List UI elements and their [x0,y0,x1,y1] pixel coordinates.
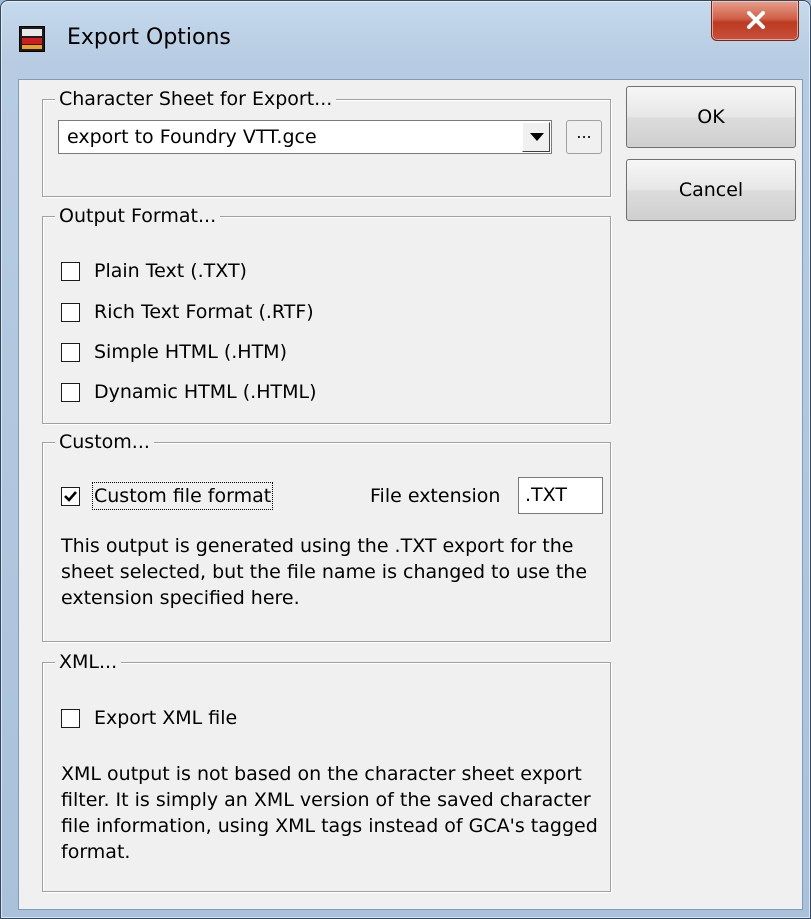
file-extension-input[interactable]: .TXT [518,477,603,514]
plain-text-checkbox[interactable] [61,262,80,281]
rich-text-checkbox[interactable] [61,303,80,322]
dropdown-arrow-button[interactable] [522,122,550,152]
simple-html-checkbox[interactable] [61,343,80,362]
custom-legend: Custom... [55,430,154,454]
character-sheet-select[interactable]: export to Foundry VTT.gce [58,120,552,154]
xml-group: XML... Export XML file XML output is not… [42,650,611,892]
close-icon [747,11,765,29]
ok-button[interactable]: OK [626,86,796,148]
rich-text-label[interactable]: Rich Text Format (.RTF) [94,300,314,324]
browse-button[interactable]: ... [566,120,602,154]
export-xml-checkbox[interactable] [61,709,80,728]
character-sheet-legend: Character Sheet for Export... [55,87,337,111]
character-sheet-group: Character Sheet for Export... export to … [42,87,611,197]
close-button[interactable] [711,1,799,41]
file-extension-label: File extension [370,485,501,507]
character-sheet-select-value: export to Foundry VTT.gce [67,126,317,148]
plain-text-label[interactable]: Plain Text (.TXT) [94,259,247,283]
dynamic-html-label[interactable]: Dynamic HTML (.HTML) [94,380,316,404]
custom-group: Custom... Custom file format File extens… [42,430,611,642]
output-format-legend: Output Format... [55,204,221,228]
custom-file-format-checkbox[interactable] [61,487,80,506]
checkmark-icon [64,491,77,502]
export-options-window: Export Options Character Sheet for Expor… [0,0,811,919]
app-icon [19,26,45,52]
xml-description: XML output is not based on the character… [61,763,598,863]
cancel-button[interactable]: Cancel [626,159,796,221]
chevron-down-icon [530,133,544,141]
simple-html-label[interactable]: Simple HTML (.HTM) [94,340,287,364]
custom-description: This output is generated using the .TXT … [61,535,588,609]
dialog-client-area: Character Sheet for Export... export to … [18,79,803,910]
title-bar[interactable]: Export Options [1,1,810,81]
window-title: Export Options [67,25,231,50]
dynamic-html-checkbox[interactable] [61,383,80,402]
custom-file-format-label[interactable]: Custom file format [91,482,274,510]
output-format-group: Output Format... Plain Text (.TXT) Rich … [42,204,611,424]
export-xml-label[interactable]: Export XML file [94,706,237,730]
xml-legend: XML... [55,650,122,674]
